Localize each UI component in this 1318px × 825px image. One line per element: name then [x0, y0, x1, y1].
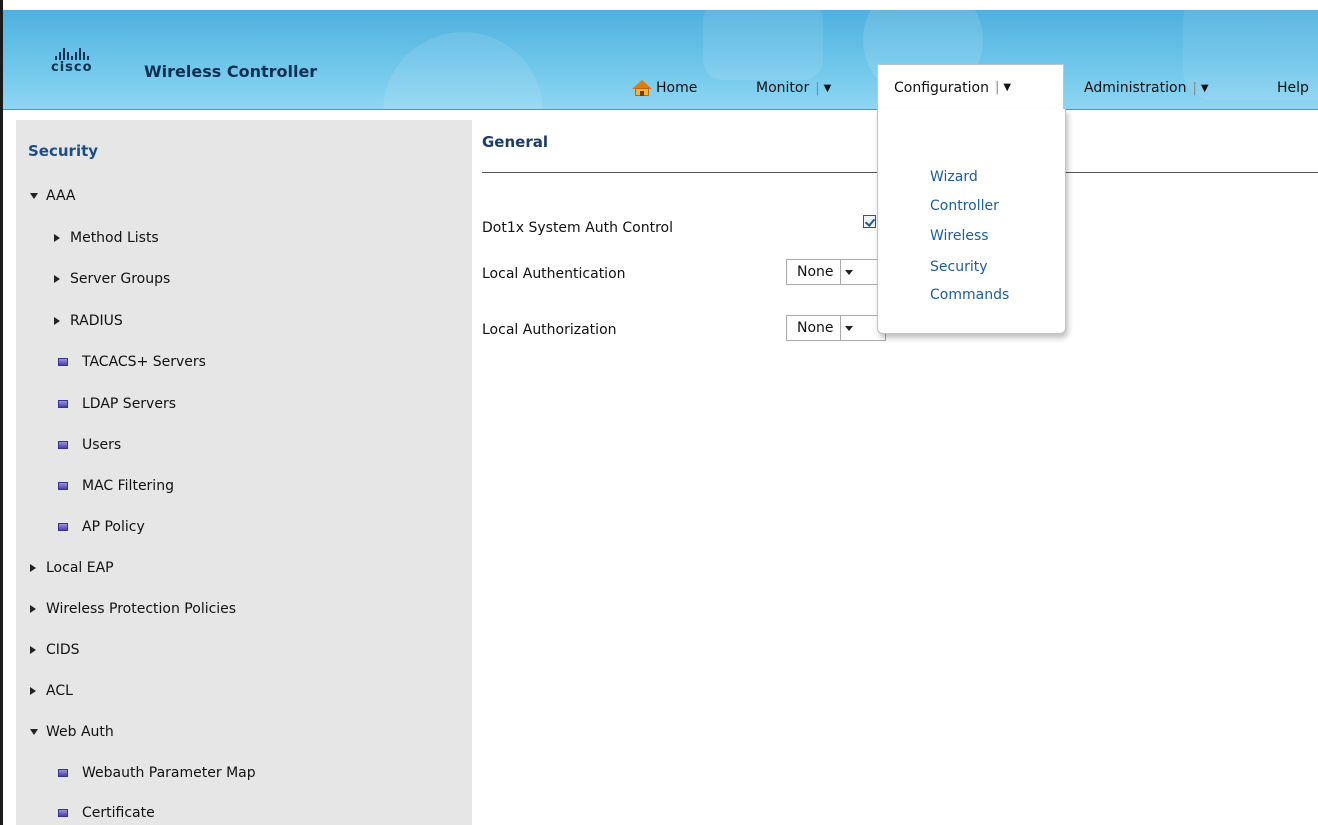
nav-separator: |: [815, 80, 820, 96]
sidebar-item-local-eap[interactable]: Local EAP: [30, 560, 114, 576]
cisco-logo: cisco: [51, 48, 93, 75]
sidebar-item-mac-filtering[interactable]: MAC Filtering: [58, 478, 174, 494]
nav-separator: |: [1192, 80, 1197, 96]
chevron-down-icon[interactable]: ▼: [824, 83, 832, 94]
local-authentication-select[interactable]: None: [786, 259, 886, 285]
leaf-bullet-icon: [58, 482, 68, 490]
local-authentication-value: None: [787, 260, 841, 284]
sidebar-item-wireless-protection-policies[interactable]: Wireless Protection Policies: [30, 601, 236, 617]
menu-item-wizard[interactable]: Wizard: [930, 169, 978, 185]
nav-monitor[interactable]: Monitor | ▼: [756, 68, 831, 108]
menu-item-controller[interactable]: Controller: [930, 198, 999, 214]
sidebar-item-label: Webauth Parameter Map: [82, 765, 256, 781]
collapsed-triangle-icon: [54, 275, 60, 283]
nav-help-label: Help: [1277, 80, 1309, 96]
sidebar-item-certificate[interactable]: Certificate: [58, 805, 155, 821]
expanded-triangle-icon: [30, 729, 38, 735]
nav-home[interactable]: Home: [632, 68, 697, 108]
nav-administration-label: Administration: [1084, 80, 1187, 96]
sidebar-item-method-lists[interactable]: Method Lists: [54, 230, 159, 246]
sidebar-item-label: Users: [82, 437, 122, 453]
sidebar-item-label: Local EAP: [46, 560, 114, 576]
leaf-bullet-icon: [58, 441, 68, 449]
sidebar-item-web-auth[interactable]: Web Auth: [30, 724, 114, 740]
sidebar-item-label: TACACS+ Servers: [82, 354, 206, 370]
sidebar-item-server-groups[interactable]: Server Groups: [54, 271, 170, 287]
menu-item-commands[interactable]: Commands: [930, 287, 1009, 303]
chevron-down-icon[interactable]: ▼: [1201, 83, 1209, 94]
nav-home-label: Home: [656, 80, 698, 96]
collapsed-triangle-icon: [30, 564, 36, 572]
sidebar-item-label: CIDS: [46, 642, 80, 658]
home-icon: [632, 79, 652, 97]
sidebar-item-label: Server Groups: [70, 271, 171, 287]
leaf-bullet-icon: [58, 523, 68, 531]
nav-monitor-label: Monitor: [756, 80, 810, 96]
nav-administration[interactable]: Administration | ▼: [1084, 68, 1209, 108]
top-strip: [3, 0, 1318, 10]
collapsed-triangle-icon: [30, 646, 36, 654]
sidebar-item-acl[interactable]: ACL: [30, 683, 73, 699]
sidebar-item-ap-policy[interactable]: AP Policy: [58, 519, 145, 535]
sidebar-item-label: Method Lists: [70, 230, 159, 246]
dot1x-label: Dot1x System Auth Control: [482, 220, 674, 236]
dropdown-arrow-icon: [844, 269, 853, 275]
sidebar-item-label: AP Policy: [82, 519, 145, 535]
nav-help[interactable]: Help: [1277, 68, 1309, 108]
dot1x-checkbox[interactable]: [863, 215, 876, 228]
chevron-down-icon[interactable]: ▼: [1003, 82, 1011, 93]
security-sidebar: Security AAA Method Lists Server Groups …: [16, 120, 472, 825]
collapsed-triangle-icon: [54, 234, 60, 242]
sidebar-item-cids[interactable]: CIDS: [30, 642, 80, 658]
dropdown-arrow-icon: [844, 325, 853, 331]
nav-configuration[interactable]: Configuration | ▼: [877, 64, 1064, 110]
sidebar-item-label: ACL: [46, 683, 73, 699]
menu-item-wireless[interactable]: Wireless: [930, 228, 989, 244]
local-authorization-value: None: [787, 316, 841, 340]
page-edge: [0, 0, 3, 825]
collapsed-triangle-icon: [30, 605, 36, 613]
collapsed-triangle-icon: [54, 317, 60, 325]
sidebar-item-label: RADIUS: [70, 313, 123, 329]
sidebar-item-webauth-parameter-map[interactable]: Webauth Parameter Map: [58, 765, 256, 781]
cisco-logo-word: cisco: [51, 60, 93, 75]
leaf-bullet-icon: [58, 809, 68, 817]
sidebar-item-label: Wireless Protection Policies: [46, 601, 237, 617]
sidebar-item-ldap-servers[interactable]: LDAP Servers: [58, 396, 176, 412]
sidebar-item-users[interactable]: Users: [58, 437, 121, 453]
local-authorization-label: Local Authorization: [482, 322, 617, 338]
header-decoration: [383, 32, 543, 109]
sidebar-title: Security: [28, 142, 99, 160]
sidebar-item-tacacs-servers[interactable]: TACACS+ Servers: [58, 354, 206, 370]
sidebar-item-radius[interactable]: RADIUS: [54, 313, 123, 329]
sidebar-item-label: AAA: [46, 188, 76, 204]
leaf-bullet-icon: [58, 400, 68, 408]
sidebar-item-label: Web Auth: [46, 724, 114, 740]
nav-separator: |: [994, 80, 1000, 95]
leaf-bullet-icon: [58, 769, 68, 777]
sidebar-item-aaa[interactable]: AAA: [30, 188, 76, 204]
local-authentication-label: Local Authentication: [482, 266, 626, 282]
app-title: Wireless Controller: [144, 62, 318, 81]
nav-configuration-label: Configuration: [894, 79, 989, 96]
menu-item-security[interactable]: Security: [930, 259, 988, 275]
collapsed-triangle-icon: [30, 687, 36, 695]
local-authorization-select[interactable]: None: [786, 315, 886, 341]
cisco-logo-bars: [55, 48, 93, 60]
sidebar-item-label: MAC Filtering: [82, 478, 174, 494]
page-title: General: [482, 133, 548, 151]
sidebar-item-label: LDAP Servers: [82, 396, 177, 412]
expanded-triangle-icon: [30, 193, 38, 199]
configuration-dropdown-menu: Wizard Controller Wireless Security Comm…: [877, 109, 1066, 334]
leaf-bullet-icon: [58, 358, 68, 366]
sidebar-item-label: Certificate: [82, 805, 155, 821]
